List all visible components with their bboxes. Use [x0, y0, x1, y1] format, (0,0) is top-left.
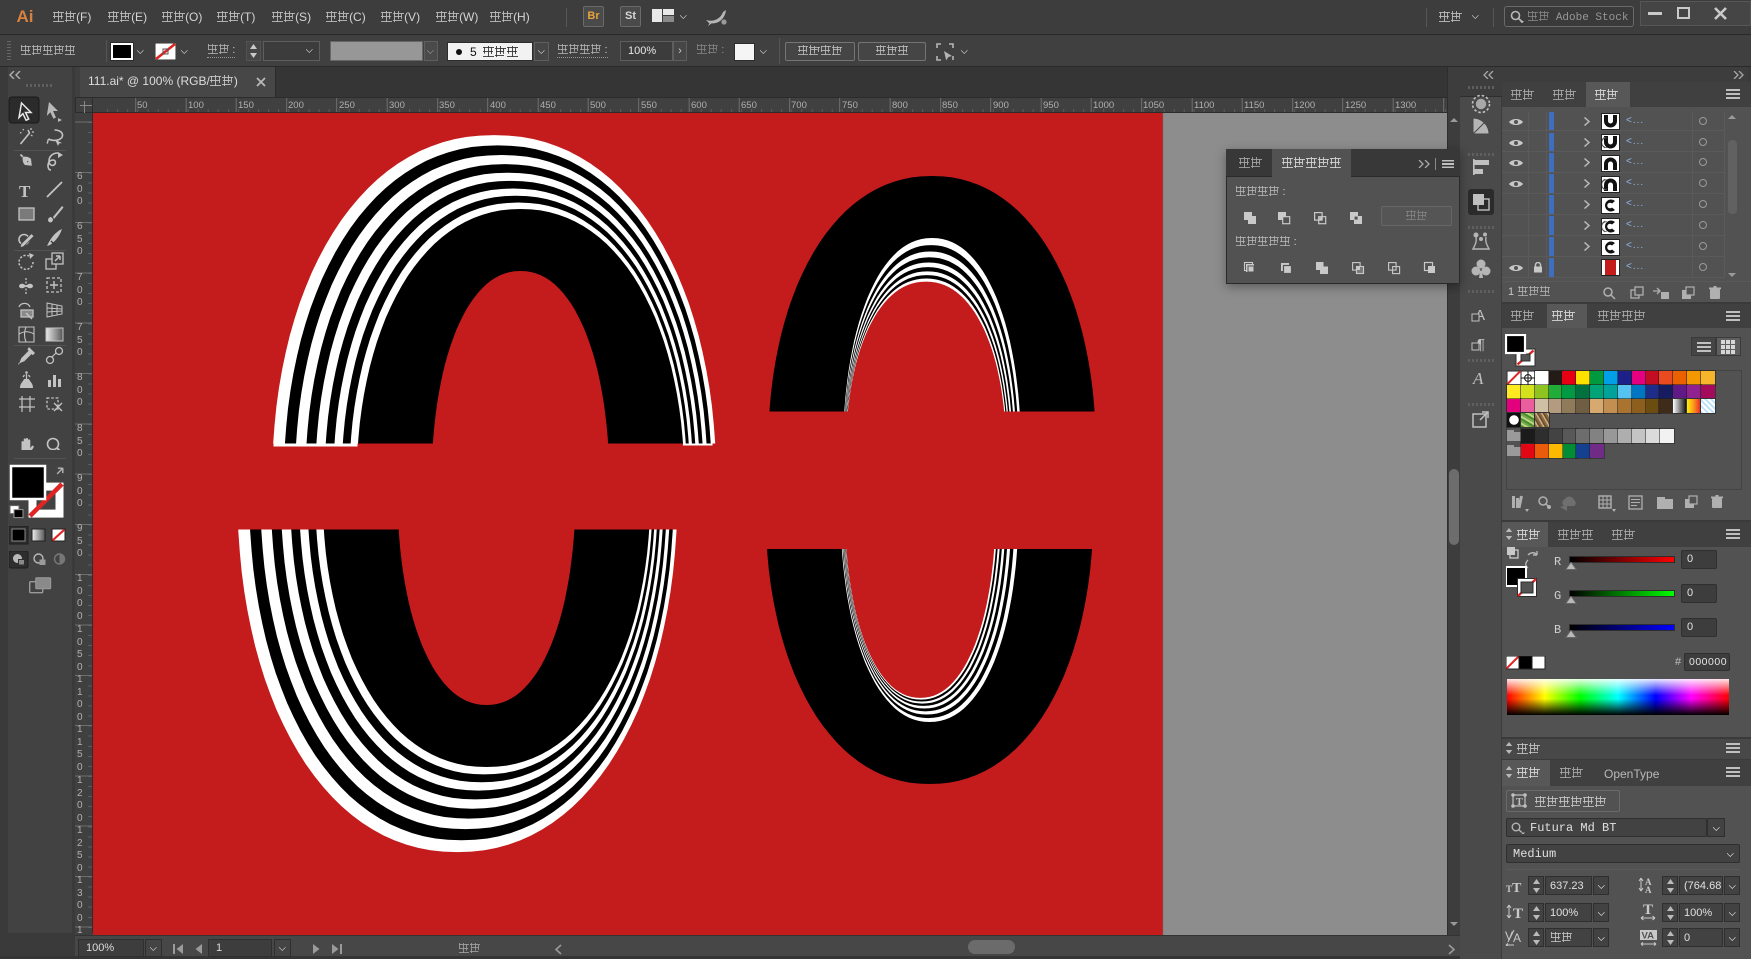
- svg-text:T: T: [1516, 797, 1523, 808]
- svg-text:A: A: [1472, 369, 1484, 388]
- svg-text:T: T: [1643, 903, 1653, 918]
- svg-text:T: T: [1512, 881, 1522, 894]
- svg-text:A: A: [1513, 931, 1521, 945]
- svg-text:T: T: [19, 182, 31, 201]
- svg-text:VA: VA: [1642, 931, 1655, 942]
- svg-text:A: A: [1645, 885, 1652, 894]
- svg-text:T: T: [1513, 906, 1523, 921]
